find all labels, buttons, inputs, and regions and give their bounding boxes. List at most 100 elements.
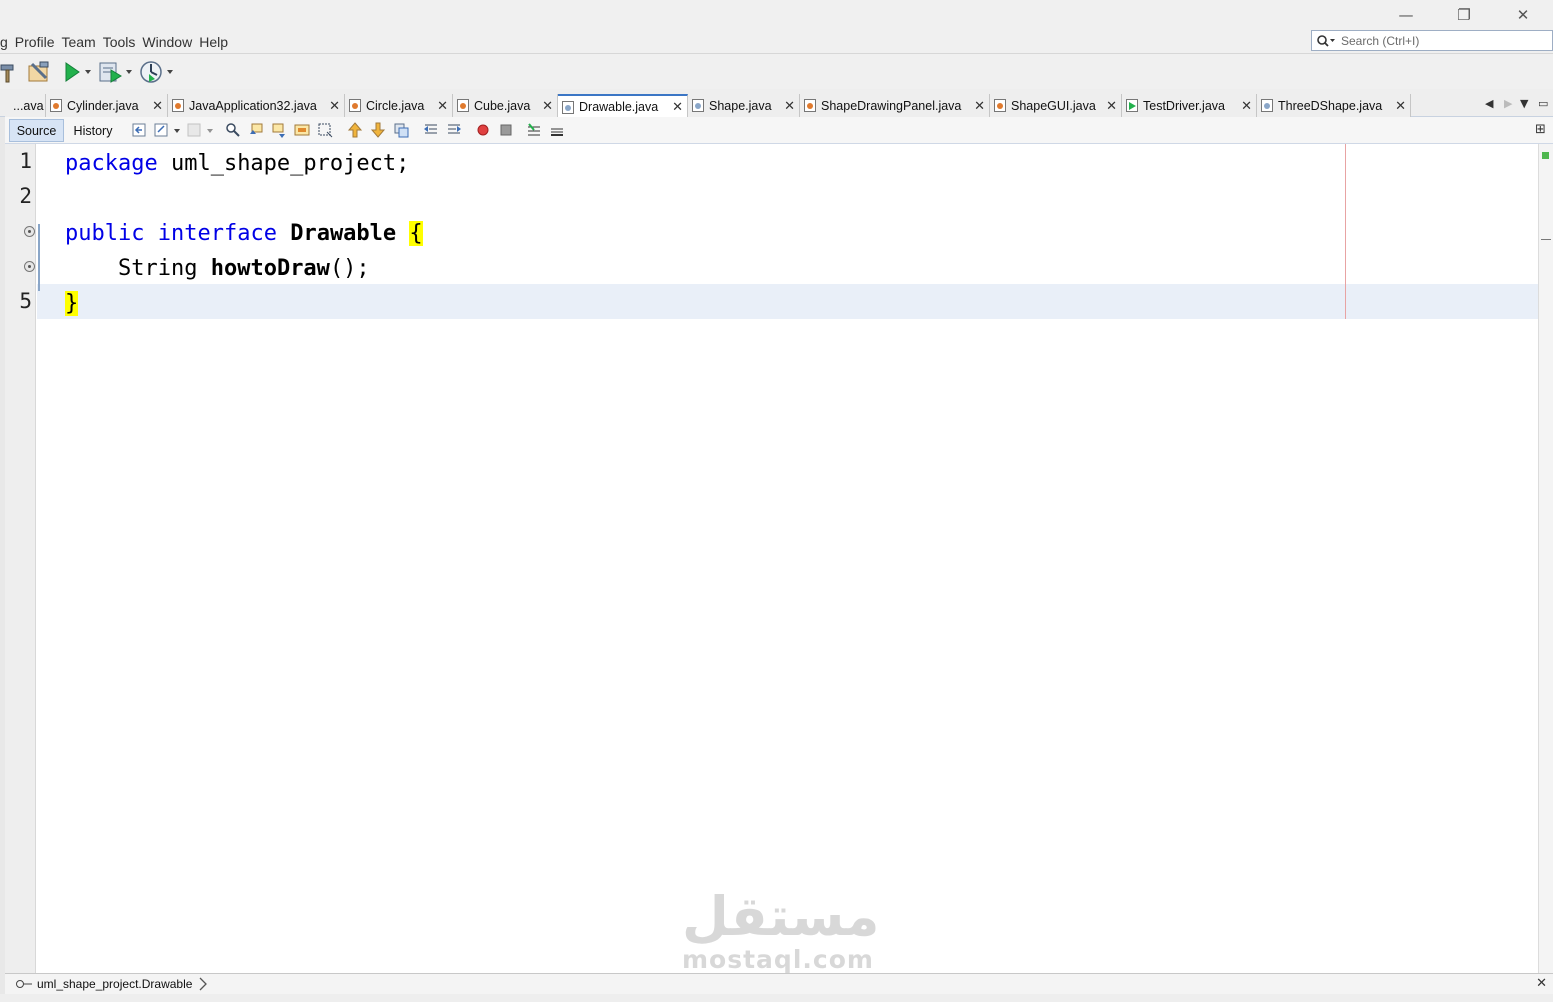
chevron-right-icon[interactable] [198, 977, 208, 991]
previous-bookmark-icon[interactable] [347, 122, 363, 138]
java-file-icon [994, 99, 1006, 112]
type-name: String [117, 256, 198, 281]
code-editor[interactable]: 1 2 5 package uml_shape_project; public … [5, 144, 1538, 973]
code-line-4: String howtoDraw (); [65, 251, 370, 286]
tab-shapedrawingpanel[interactable]: ShapeDrawingPanel.java ✕ [800, 94, 990, 117]
close-tab-icon[interactable]: ✕ [437, 98, 448, 114]
run-icon[interactable] [64, 60, 96, 84]
java-file-icon [804, 99, 816, 112]
close-tab-icon[interactable]: ✕ [1106, 98, 1117, 114]
close-tab-icon[interactable]: ✕ [542, 98, 553, 114]
last-edit-icon[interactable] [132, 122, 148, 138]
restore-button[interactable]: ❐ [1441, 0, 1487, 30]
show-opened-documents-icon[interactable]: ▼ [1520, 97, 1528, 110]
stop-macro-recording-icon[interactable] [498, 122, 514, 138]
close-tab-icon[interactable]: ✕ [1241, 98, 1252, 114]
tab-circle[interactable]: Circle.java ✕ [345, 94, 453, 117]
close-window-button[interactable]: ✕ [1500, 0, 1546, 30]
find-next-icon[interactable] [271, 122, 287, 138]
menu-profile[interactable]: Profile [15, 34, 55, 50]
minimize-button[interactable]: — [1383, 0, 1429, 30]
code-line-3: public interface Drawable { [65, 216, 423, 251]
tab-truncated[interactable]: ...ava [5, 94, 46, 117]
tab-cube[interactable]: Cube.java ✕ [453, 94, 558, 117]
tab-shape[interactable]: Shape.java ✕ [688, 94, 800, 117]
line-number: 2 [19, 184, 32, 208]
status-bar [0, 994, 1553, 1002]
matched-brace: { [409, 221, 423, 246]
tab-label: Drawable.java [579, 100, 659, 114]
search-placeholder: Search (Ctrl+I) [1341, 33, 1420, 48]
toggle-rectangular-selection-icon[interactable] [317, 122, 333, 138]
menu-help[interactable]: Help [199, 34, 228, 50]
tab-label: Cylinder.java [67, 98, 139, 113]
code-text: (); [329, 256, 370, 281]
split-editor-icon[interactable]: ⊞ [1535, 122, 1546, 137]
close-tab-icon[interactable]: ✕ [672, 99, 683, 115]
caret-position-mark [1541, 239, 1551, 240]
main-toolbar [0, 53, 1553, 89]
close-tab-icon[interactable]: ✕ [784, 98, 795, 114]
comment-icon[interactable] [526, 122, 542, 138]
profile-icon[interactable] [139, 60, 179, 84]
breadcrumb[interactable]: uml_shape_project.Drawable [37, 977, 192, 991]
tab-testdriver[interactable]: TestDriver.java ✕ [1122, 94, 1257, 117]
back-icon[interactable] [154, 122, 182, 138]
tab-history[interactable]: History [67, 119, 119, 142]
scroll-tabs-left-icon[interactable]: ◀ [1485, 97, 1493, 110]
code-fold-bracket[interactable] [38, 224, 40, 291]
close-tab-icon[interactable]: ✕ [974, 98, 985, 114]
debug-icon[interactable] [99, 60, 135, 84]
uncomment-icon[interactable] [549, 122, 565, 138]
tab-label: Shape.java [709, 98, 772, 113]
forward-icon[interactable] [187, 122, 215, 138]
menu-team[interactable]: Team [61, 34, 95, 50]
shift-line-right-icon[interactable] [446, 122, 462, 138]
watermark-logo: مستقل mostaql.com [682, 888, 880, 980]
tab-threedshape[interactable]: ThreeDShape.java ✕ [1257, 94, 1411, 117]
menu-debug[interactable]: g [0, 34, 8, 50]
error-stripe[interactable] [1538, 144, 1553, 973]
tab-shapegui[interactable]: ShapeGUI.java ✕ [990, 94, 1122, 117]
close-tab-icon[interactable]: ✕ [152, 98, 163, 114]
java-file-icon [457, 99, 469, 112]
maximize-window-icon[interactable]: ▭ [1538, 97, 1548, 110]
interface-name: Drawable [290, 221, 397, 246]
shift-line-left-icon[interactable] [423, 122, 439, 138]
tab-cylinder[interactable]: Cylinder.java ✕ [46, 94, 168, 117]
start-macro-recording-icon[interactable] [475, 122, 491, 138]
toggle-bookmark-icon[interactable] [393, 122, 409, 138]
editor-tab-strip: ...ava Cylinder.java ✕ JavaApplication32… [0, 89, 1553, 118]
keyword: package [65, 151, 158, 176]
implemented-method-marker-icon[interactable] [24, 261, 35, 272]
keyword: interface [157, 221, 277, 246]
tab-label: Circle.java [366, 98, 425, 113]
search-input[interactable]: Search (Ctrl+I) [1311, 30, 1553, 51]
close-tab-icon[interactable]: ✕ [1395, 98, 1406, 114]
menu-window[interactable]: Window [142, 34, 192, 50]
find-selection-icon[interactable] [225, 122, 241, 138]
title-bar: — ❐ ✕ [0, 0, 1553, 30]
close-tab-icon[interactable]: ✕ [329, 98, 340, 114]
tab-label: ShapeDrawingPanel.java [821, 98, 962, 113]
tab-javaapplication32[interactable]: JavaApplication32.java ✕ [168, 94, 345, 117]
next-bookmark-icon[interactable] [370, 122, 386, 138]
tab-drawable[interactable]: Drawable.java ✕ [558, 94, 688, 118]
build-hammer-icon[interactable] [0, 60, 18, 84]
search-icon [1317, 34, 1335, 47]
find-previous-icon[interactable] [248, 122, 264, 138]
line-number: 5 [19, 289, 32, 313]
code-line-1: package uml_shape_project; [65, 146, 409, 181]
menu-tools[interactable]: Tools [103, 34, 136, 50]
code-line-5: } [65, 286, 79, 321]
scroll-tabs-right-icon[interactable]: ▶ [1504, 97, 1512, 110]
java-file-icon [1261, 99, 1273, 112]
toggle-highlight-search-icon[interactable] [294, 122, 310, 138]
tab-label: Cube.java [474, 98, 531, 113]
implemented-interface-marker-icon[interactable] [24, 226, 35, 237]
close-navigator-icon[interactable]: ✕ [1536, 976, 1547, 991]
keyword: public [65, 221, 145, 246]
line-number: 1 [19, 149, 32, 173]
tab-source[interactable]: Source [9, 119, 64, 142]
clean-build-icon[interactable] [26, 60, 52, 84]
